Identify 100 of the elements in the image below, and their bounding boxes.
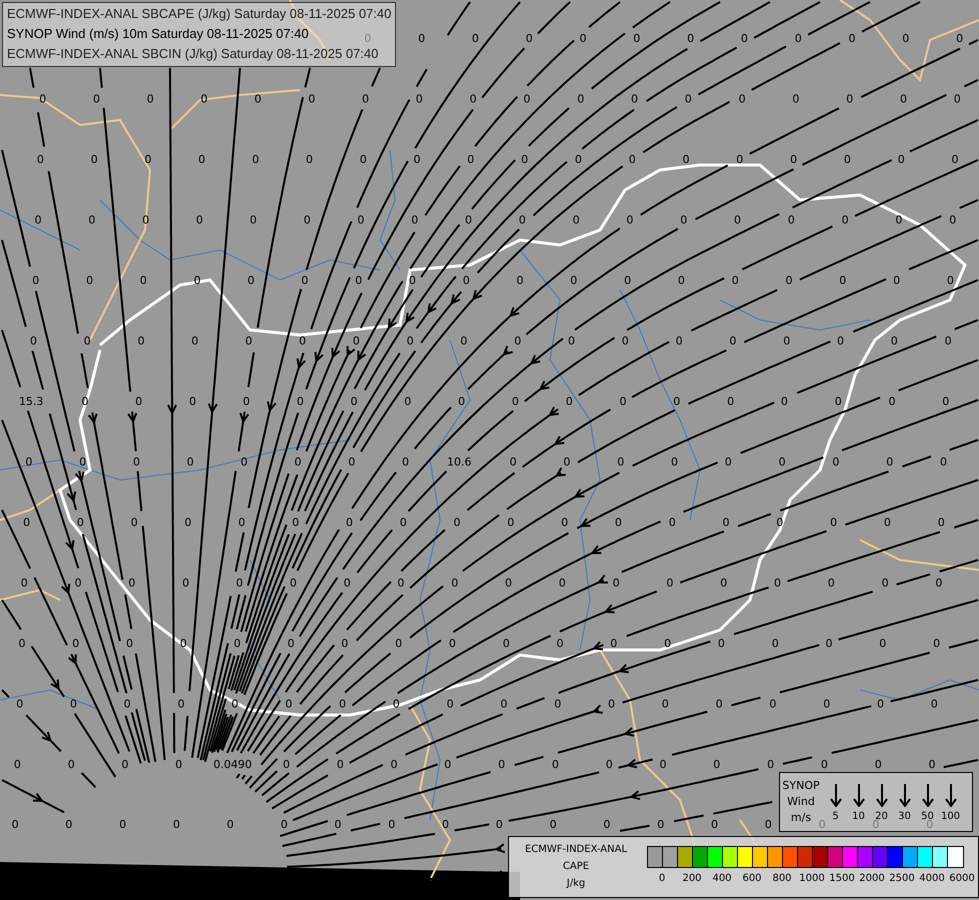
cape-value: 0.0490 [213,758,252,771]
cape-value: 0 [606,758,613,771]
cape-value: 0 [348,456,356,468]
cape-value: 0 [350,395,358,408]
cape-value: 0 [631,92,638,106]
cape-value: 0 [780,395,788,408]
scale-label: 0 [658,873,666,884]
cape-value: 0 [404,395,412,408]
cape-value: 0 [678,274,685,287]
cape-value: 0 [135,395,142,408]
cape-value: 0 [844,153,851,166]
cape-value: 0 [472,32,479,45]
cape-value: 0 [930,698,938,710]
cape-value: 0 [285,698,292,710]
scale-label: 400 [712,873,732,884]
cape-value: 0 [788,214,795,226]
wind-arrow-icon [876,782,888,806]
cape-value: 0 [173,818,180,831]
cape-value: 0 [39,92,46,106]
wind-arrow-icon [830,782,842,806]
cape-value: 0 [250,214,257,226]
cape-value: 0 [622,334,629,348]
cape-value: 0 [614,516,622,529]
cape-value: 0 [893,274,900,287]
cape-value: 0 [400,516,407,529]
cape-value: 0 [510,456,517,468]
legend-title: m/s [790,810,812,826]
cape-value: 0 [408,274,416,287]
cape-value: 0 [36,153,44,166]
cape-value: 0 [772,637,779,650]
cape-value: 0 [334,818,342,831]
cape-value: 0 [687,32,694,45]
cape-value: 0 [352,334,360,348]
cape-value: 0 [16,698,24,710]
scale-label: 2500 [889,873,915,884]
cape-value: 0 [888,395,896,408]
cape-value: 0 [462,274,470,287]
cape-value: 0 [942,395,950,408]
cape-value: 0 [446,698,454,710]
cape-value: 0 [458,395,466,408]
wind-speed-label: 30 [898,810,911,822]
cape-value: 0 [792,92,800,106]
cape-value: 0 [226,818,234,831]
cape-value: 0 [254,92,262,106]
cape-value: 0 [306,153,313,166]
cape-value: 0 [884,516,891,529]
cape-value: 0 [764,818,772,831]
cape-value: 0 [144,153,152,166]
cape-value: 0 [248,274,254,287]
cape-value: 0 [668,516,676,529]
cape-value: 0 [140,274,147,287]
cape-value: 0 [790,153,798,166]
cape-value: 0 [360,153,367,166]
cape-value: 0 [184,516,192,529]
cape-value: 0 [138,334,145,348]
cape-value: 0 [738,92,746,106]
layer-title: ECMWF-INDEX-ANAL SBCAPE (J/kg) Saturday 08-11-2025 07:40 [7,5,392,23]
wind-arrow-icon [944,782,956,806]
cape-value: 0 [666,576,674,590]
cape-value: 0 [182,576,190,590]
cape-value: 0 [308,92,316,106]
scale-label: 2000 [859,873,885,884]
cape-value: 0 [874,758,882,771]
cape-value: 0 [470,92,477,106]
cape-value: 0 [301,274,308,287]
cape-value: 0 [740,32,748,45]
cape-value: 0 [454,516,460,529]
cape-value: 0 [612,576,620,590]
cape-value: 0 [194,274,201,287]
cape-value: 0 [288,637,294,650]
cape-value: 0 [507,516,514,529]
cape-value: 0 [732,274,739,287]
cape-value: 0 [722,516,730,529]
cape-value: 0 [460,334,468,348]
cape-value: 0 [299,334,306,348]
cape-value: 0 [877,698,884,710]
cape-value: 0 [84,334,91,348]
cape-value: 0 [720,576,728,590]
cape-value: 0 [442,818,449,831]
cape-value: 0 [523,92,530,106]
cape-value: 0 [186,456,194,468]
cape-value: 0 [561,516,568,529]
cape-value: 0 [124,698,131,710]
cape-value: 0 [146,92,154,106]
scale-label: 4000 [919,873,945,884]
cape-value: 0 [580,32,586,45]
cape-value: 0 [196,214,203,226]
cape-value: 0 [72,637,80,650]
cape-value: 0 [406,334,414,348]
cape-value: 0 [502,637,510,650]
cape-value: 0 [512,395,519,408]
cape-value: 0 [938,516,945,529]
cape-value: 0 [388,818,396,831]
cape-value: 0 [240,456,248,468]
cape-value: 0 [933,637,940,650]
cape-value: 0 [175,758,182,771]
cape-value: 0 [516,274,524,287]
cape-value: 0 [767,758,774,771]
cape-value: 0 [245,334,252,348]
cape-value: 0 [778,456,786,468]
